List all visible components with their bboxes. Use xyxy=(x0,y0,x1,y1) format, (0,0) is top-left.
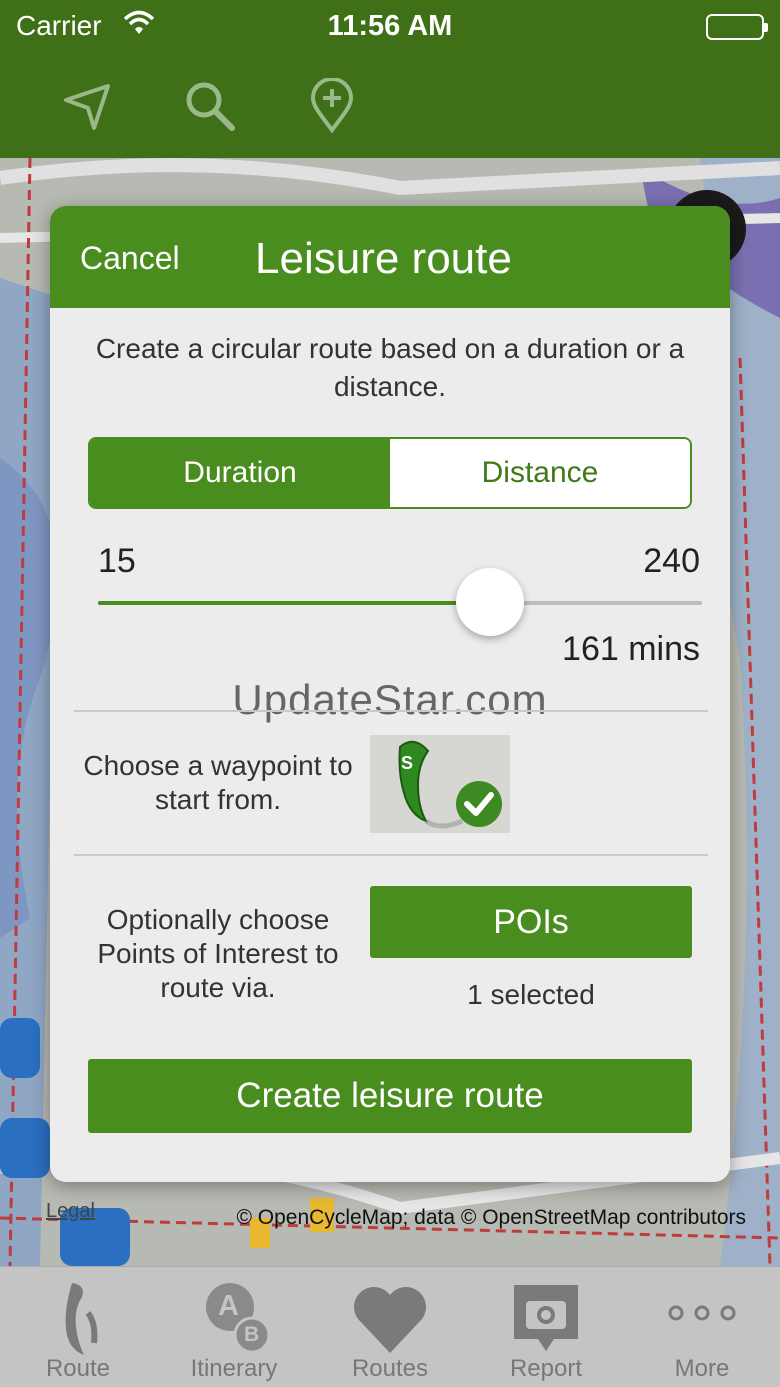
map-attribution: © OpenCycleMap; data © OpenStreetMap con… xyxy=(236,1206,746,1229)
slider-min-label: 15 xyxy=(98,542,136,580)
dialog-title: Leisure route xyxy=(255,234,512,283)
camera-report-icon xyxy=(506,1279,586,1359)
top-toolbar xyxy=(0,54,780,158)
status-bar: Carrier 11:56 AM xyxy=(0,0,780,54)
tab-bar: Route A B Itinerary Routes Report More xyxy=(0,1266,780,1387)
itinerary-ab-icon: A B xyxy=(194,1279,274,1359)
route-icon xyxy=(38,1279,118,1359)
start-waypoint-button[interactable]: S xyxy=(370,735,510,833)
tab-label: Route xyxy=(45,1355,111,1382)
add-pin-icon[interactable] xyxy=(304,77,360,134)
heart-icon xyxy=(350,1279,430,1359)
dialog-description: Create a circular route based on a durat… xyxy=(95,333,685,402)
duration-distance-toggle: Duration Distance xyxy=(88,437,692,509)
create-leisure-route-button[interactable]: Create leisure route xyxy=(88,1059,692,1133)
location-arrow-icon[interactable] xyxy=(60,78,116,134)
tab-label: Itinerary xyxy=(190,1355,278,1382)
tab-label: Report xyxy=(509,1355,583,1382)
tab-itinerary[interactable]: A B Itinerary xyxy=(156,1267,312,1387)
more-dots-icon xyxy=(662,1279,742,1359)
itinerary-letter-a: A xyxy=(218,1290,239,1322)
start-pin-icon xyxy=(398,740,502,829)
leisure-route-dialog: Cancel Leisure route Create a circular r… xyxy=(50,206,730,1182)
segment-distance[interactable]: Distance xyxy=(390,439,690,507)
slider-value-label: 161 mins xyxy=(562,630,700,668)
battery-icon xyxy=(706,14,768,40)
tab-routes[interactable]: Routes xyxy=(312,1267,468,1387)
waypoint-label: Choose a waypoint to start from. xyxy=(83,750,353,815)
itinerary-letter-b: B xyxy=(244,1323,260,1346)
tab-route[interactable]: Route xyxy=(0,1267,156,1387)
divider xyxy=(74,710,708,712)
pois-button[interactable]: POIs xyxy=(370,886,692,958)
clock: 11:56 AM xyxy=(327,10,453,42)
tab-report[interactable]: Report xyxy=(468,1267,624,1387)
poi-selected-count: 1 selected xyxy=(467,979,595,1010)
watermark: UpdateStar.com xyxy=(232,676,548,723)
divider xyxy=(74,854,708,856)
dialog-header: Cancel Leisure route xyxy=(50,206,730,308)
tab-label: More xyxy=(674,1355,730,1382)
slider-max-label: 240 xyxy=(643,542,700,580)
cancel-button[interactable]: Cancel xyxy=(80,240,180,277)
duration-slider-track[interactable] xyxy=(98,601,702,605)
legal-link[interactable]: Legal xyxy=(46,1200,95,1223)
search-icon[interactable] xyxy=(182,78,238,134)
tab-label: Routes xyxy=(351,1355,429,1382)
slider-fill xyxy=(98,601,490,605)
poi-label: Optionally choose Points of Interest to … xyxy=(97,904,339,1003)
segment-duration[interactable]: Duration xyxy=(90,439,390,507)
slider-thumb[interactable] xyxy=(455,568,524,636)
tab-more[interactable]: More xyxy=(624,1267,780,1387)
start-pin-letter: S xyxy=(401,753,414,773)
